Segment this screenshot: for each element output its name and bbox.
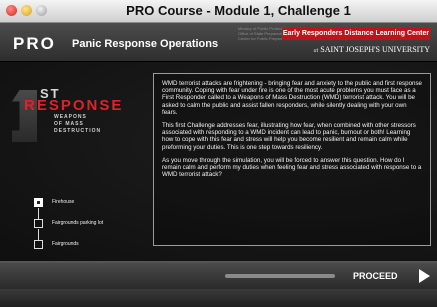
logo-subtitle-line: DESTRUCTION [54,128,102,134]
intro-paragraph: This first Challenge addresses fear, ill… [162,122,416,151]
location-box-icon [34,219,43,228]
nav-item-label: Fairgrounds [52,241,79,247]
bottom-strip [0,289,437,307]
learning-center-banner: Early Responders Distance Learning Cente… [282,28,430,40]
course-header: PRO Panic Response Operations Ministry o… [0,23,437,62]
logo-subtitle-line: WEAPONS [54,114,87,120]
close-window-icon[interactable] [6,5,17,16]
nav-item-fairgrounds-parking-lot[interactable]: Fairgrounds parking lot [34,219,144,230]
intro-paragraph: As you move through the simulation, you … [162,156,422,179]
active-location-icon [34,198,43,207]
nav-item-fairgrounds[interactable]: Fairgrounds [34,240,144,251]
logo-word: RESPONSE [24,97,124,114]
challenge-intro-panel: WMD terrorist attacks are frightening - … [153,73,431,246]
proceed-button[interactable]: PROCEED [345,268,433,284]
university-name: SAINT JOSEPH'S UNIVERSITY [320,45,430,54]
proceed-label: PROCEED [353,271,398,281]
nav-item-label: Fairgrounds parking lot [52,220,104,226]
minimize-window-icon[interactable] [21,5,32,16]
location-box-icon [34,240,43,249]
play-arrow-icon [419,269,430,283]
nav-item-firehouse[interactable]: Firehouse [34,198,144,209]
window-title: PRO Course - Module 1, Challenge 1 [126,3,351,18]
course-title: Panic Response Operations [72,38,219,50]
brand-logo: PRO [13,34,56,53]
zoom-window-icon[interactable] [36,5,47,16]
progress-track [225,274,335,278]
logo-subtitle: WEAPONS OF MASS DESTRUCTION [54,114,101,135]
window-titlebar: PRO Course - Module 1, Challenge 1 [0,0,437,23]
university-logo: at SAINT JOSEPH'S UNIVERSITY [290,45,430,54]
nav-item-label: Firehouse [52,199,75,205]
footer-bar: PROCEED [0,263,437,289]
university-prefix: at [313,48,319,54]
intro-paragraph: WMD terrorist attacks are frightening - … [162,80,422,116]
logo-subtitle-line: OF MASS [54,121,84,127]
